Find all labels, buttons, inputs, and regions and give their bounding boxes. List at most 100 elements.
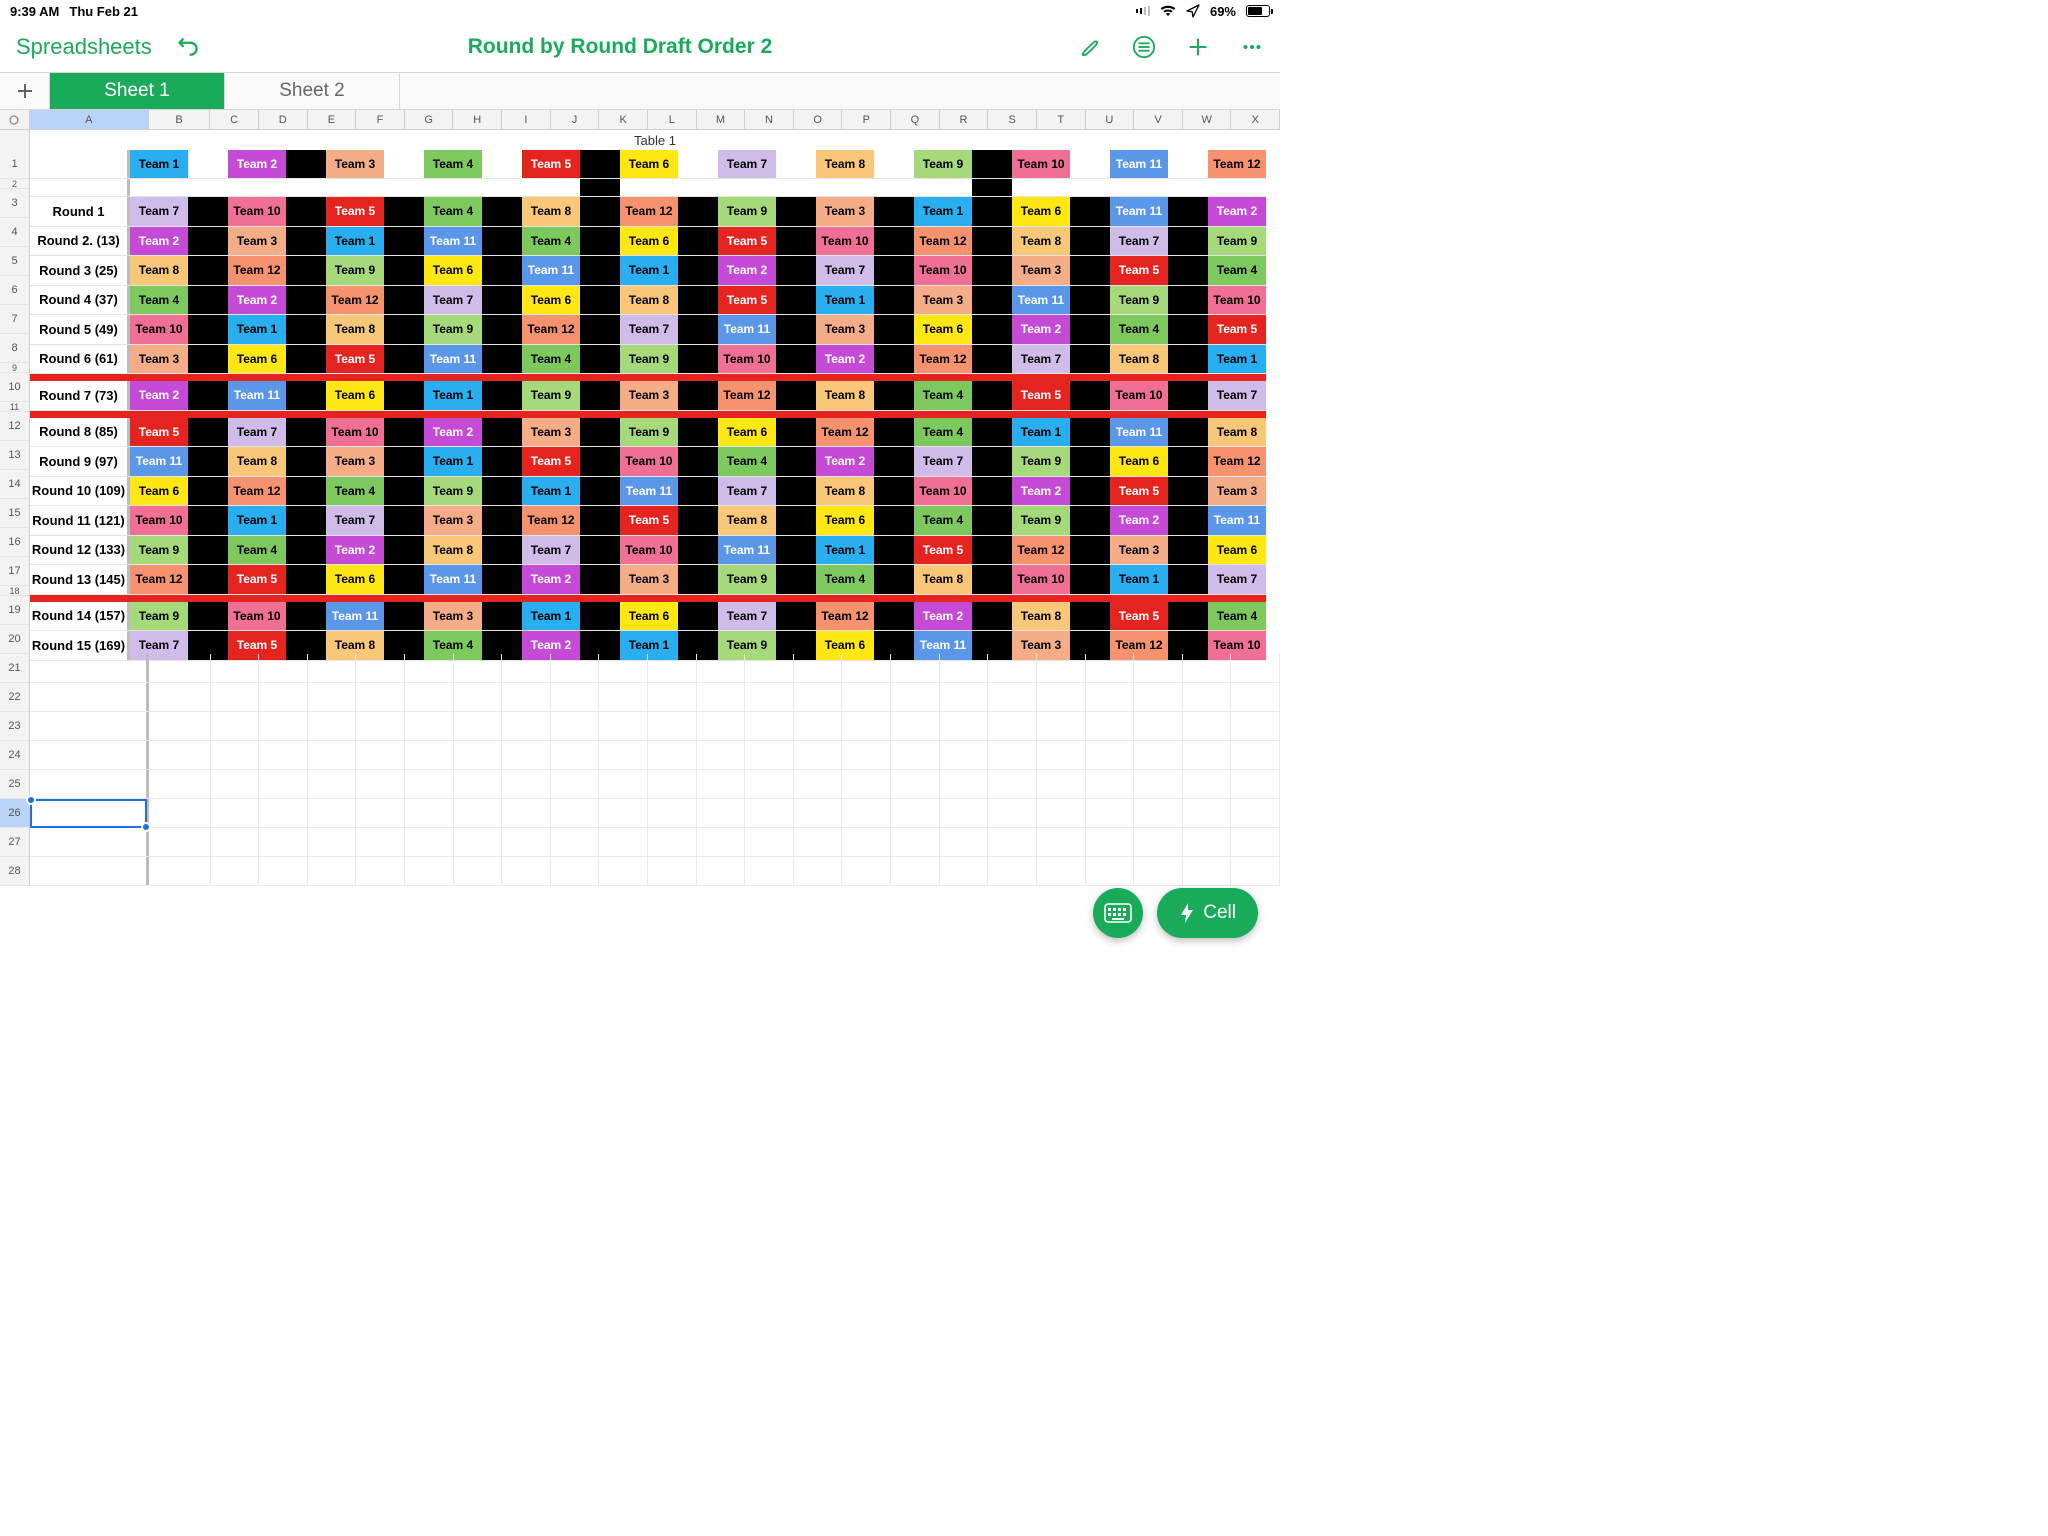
team-cell[interactable]: Team 12 [522, 506, 580, 535]
column-header-U[interactable]: U [1086, 110, 1135, 129]
cell[interactable] [502, 741, 551, 769]
team-cell[interactable]: Team 7 [424, 286, 482, 315]
team-cell[interactable]: Team 7 [228, 418, 286, 447]
cell[interactable] [211, 654, 260, 682]
team-cell[interactable]: Team 10 [914, 256, 972, 285]
team-cell[interactable]: Team 3 [326, 447, 384, 476]
sheet-tab-2[interactable]: Sheet 2 [225, 73, 400, 109]
team-cell[interactable]: Team 10 [620, 447, 678, 476]
team-cell[interactable]: Team 10 [326, 418, 384, 447]
cell[interactable] [1086, 799, 1135, 827]
draft-table[interactable]: Team 1 Team 2 Team 3 Team 4 Team 5 Team 6 Team… [30, 150, 1266, 661]
cell[interactable] [1231, 799, 1280, 827]
row-header-8[interactable]: 8 [0, 334, 29, 363]
team-cell[interactable]: Team 2 [228, 286, 286, 315]
cell[interactable] [149, 683, 211, 711]
cell[interactable] [356, 857, 405, 885]
cell[interactable] [1134, 654, 1183, 682]
cell[interactable] [356, 712, 405, 740]
add-icon[interactable] [1186, 35, 1210, 59]
team-cell[interactable]: Team 3 [326, 150, 384, 178]
cell[interactable] [551, 770, 600, 798]
cell[interactable] [259, 799, 308, 827]
cell[interactable] [551, 828, 600, 856]
cell[interactable] [551, 712, 600, 740]
column-header-F[interactable]: F [356, 110, 405, 129]
team-cell[interactable]: Team 11 [424, 345, 482, 374]
brush-icon[interactable] [1078, 35, 1102, 59]
row-header-28[interactable]: 28 [0, 857, 29, 886]
team-cell[interactable]: Team 8 [1012, 602, 1070, 631]
team-cell[interactable]: Team 9 [522, 381, 580, 410]
team-cell[interactable]: Team 4 [914, 418, 972, 447]
cell[interactable] [1086, 828, 1135, 856]
cell[interactable] [405, 712, 454, 740]
cell[interactable] [940, 741, 989, 769]
add-sheet-button[interactable] [0, 73, 50, 109]
team-cell[interactable]: Team 2 [1012, 315, 1070, 344]
cell[interactable] [308, 683, 357, 711]
document-title[interactable]: Round by Round Draft Order 2 [236, 35, 1004, 59]
cell[interactable] [891, 857, 940, 885]
team-cell[interactable]: Team 4 [718, 447, 776, 476]
cell[interactable] [454, 683, 503, 711]
cell[interactable] [648, 828, 697, 856]
cell[interactable] [405, 857, 454, 885]
cell[interactable] [1231, 857, 1280, 885]
cell[interactable] [405, 683, 454, 711]
cell[interactable] [842, 683, 891, 711]
cell[interactable] [551, 741, 600, 769]
team-cell[interactable]: Team 4 [424, 150, 482, 178]
cell[interactable] [842, 712, 891, 740]
cell[interactable] [502, 770, 551, 798]
cell[interactable] [745, 683, 794, 711]
cell[interactable] [988, 770, 1037, 798]
cell[interactable] [259, 741, 308, 769]
team-cell[interactable]: Team 4 [1110, 315, 1168, 344]
cell[interactable] [149, 741, 211, 769]
team-cell[interactable]: Team 9 [326, 256, 384, 285]
cell[interactable] [356, 683, 405, 711]
team-cell[interactable]: Team 10 [620, 536, 678, 565]
format-icon[interactable] [1132, 35, 1156, 59]
team-cell[interactable]: Team 11 [718, 536, 776, 565]
team-cell[interactable]: Team 10 [1012, 150, 1070, 178]
team-cell[interactable]: Team 11 [1110, 197, 1168, 226]
team-cell[interactable]: Team 7 [914, 447, 972, 476]
team-cell[interactable]: Team 4 [1208, 602, 1266, 631]
cell[interactable] [356, 770, 405, 798]
cell[interactable] [697, 712, 746, 740]
team-cell[interactable]: Team 6 [620, 227, 678, 256]
team-cell[interactable]: Team 12 [522, 315, 580, 344]
cells-area[interactable]: Table 1 Team 1Team 2Team 3Team 4Team 5Te… [30, 130, 1280, 886]
cell[interactable] [599, 654, 648, 682]
cell[interactable] [356, 799, 405, 827]
row-header-26[interactable]: 26 [0, 799, 29, 828]
team-cell[interactable]: Team 4 [522, 227, 580, 256]
team-cell[interactable]: Team 11 [424, 565, 482, 594]
team-cell[interactable]: Team 1 [522, 477, 580, 506]
team-cell[interactable]: Team 1 [816, 536, 874, 565]
column-header-J[interactable]: J [551, 110, 600, 129]
team-cell[interactable]: Team 2 [914, 602, 972, 631]
team-cell[interactable]: Team 9 [718, 565, 776, 594]
team-cell[interactable]: Team 10 [914, 477, 972, 506]
column-header-H[interactable]: H [453, 110, 502, 129]
sheet-tab-1[interactable]: Sheet 1 [50, 73, 225, 109]
team-cell[interactable]: Team 3 [816, 315, 874, 344]
team-cell[interactable]: Team 1 [1012, 418, 1070, 447]
team-cell[interactable]: Team 5 [1110, 256, 1168, 285]
cell[interactable] [551, 654, 600, 682]
team-cell[interactable]: Team 2 [326, 536, 384, 565]
team-cell[interactable]: Team 11 [718, 315, 776, 344]
team-cell[interactable]: Team 8 [914, 565, 972, 594]
cell[interactable] [211, 828, 260, 856]
cell[interactable] [940, 683, 989, 711]
cell[interactable] [1134, 770, 1183, 798]
cell[interactable] [1134, 683, 1183, 711]
cell[interactable] [149, 799, 211, 827]
cell[interactable] [745, 828, 794, 856]
team-cell[interactable]: Team 2 [1110, 506, 1168, 535]
column-header-O[interactable]: O [794, 110, 843, 129]
column-header-Q[interactable]: Q [891, 110, 940, 129]
